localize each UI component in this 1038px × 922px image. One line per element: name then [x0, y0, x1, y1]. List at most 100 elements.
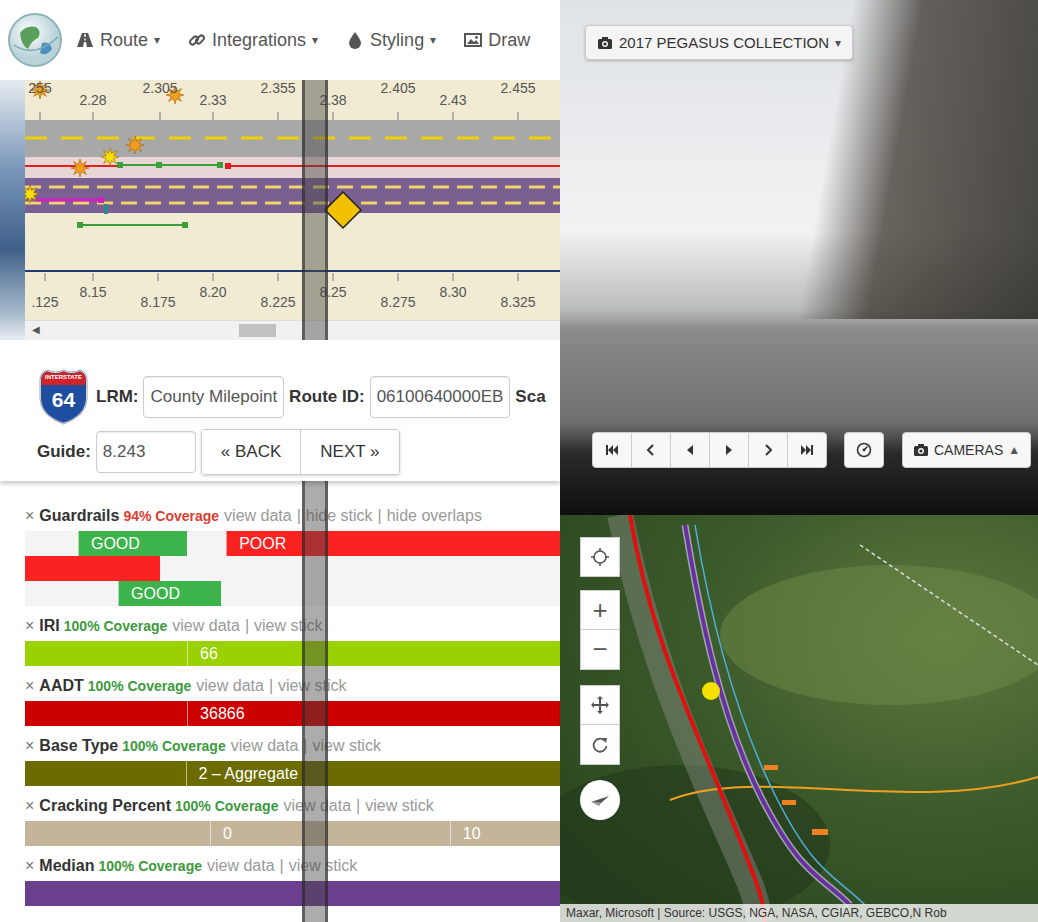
stick-segment[interactable]: 0	[210, 821, 450, 846]
stick-link[interactable]: view stick	[278, 677, 346, 695]
rotate-button[interactable]	[580, 725, 620, 765]
stick-track: GOOD POOR	[25, 531, 560, 556]
playback-button[interactable]	[670, 433, 709, 467]
playback-controls: CAMERAS▲	[592, 432, 1031, 468]
stick-segment[interactable]: POOR	[226, 531, 560, 556]
map-attribution: Maxar, Microsoft | Source: USGS, NGA, NA…	[560, 904, 1038, 922]
nav-menu-label[interactable]: Integrations	[212, 30, 306, 51]
position-cursor[interactable]	[302, 481, 328, 922]
nav-menu-label[interactable]: Styling	[370, 30, 424, 51]
stick-segment[interactable]	[25, 556, 160, 581]
speed-button[interactable]	[844, 432, 884, 468]
nav-menu[interactable]: Integrations▾	[188, 30, 318, 51]
stick-link[interactable]: hide stick	[306, 507, 373, 525]
nav-menu[interactable]: Draw	[464, 30, 530, 51]
stick-name: Base Type	[39, 737, 118, 755]
close-stick-button[interactable]: ×	[25, 617, 34, 635]
lane-diagram[interactable]: 2552.282.3052.332.3552.382.4052.432.455.…	[25, 80, 560, 320]
stick-link[interactable]: view data	[207, 857, 275, 875]
next-button[interactable]: NEXT »	[300, 430, 398, 474]
position-cursor[interactable]	[302, 80, 328, 340]
close-stick-button[interactable]: ×	[25, 857, 34, 875]
lrm-label: LRM:	[96, 387, 138, 407]
cameras-dropdown[interactable]: CAMERAS▲	[902, 432, 1031, 468]
globe-logo-icon[interactable]	[6, 11, 64, 69]
playback-button[interactable]	[631, 433, 670, 467]
playback-button[interactable]	[787, 433, 826, 467]
data-stick: ×IRI100% Coverageview data|view stick66	[25, 617, 560, 666]
stick-segment[interactable]	[25, 641, 187, 666]
stick-segment[interactable]: 36866	[187, 701, 560, 726]
stick-link[interactable]: view data	[224, 507, 292, 525]
stick-segment[interactable]	[25, 761, 186, 786]
scale-tick-label: 8.225	[260, 294, 295, 310]
diagram-main: 2552.282.3052.332.3552.382.4052.432.455.…	[25, 80, 560, 340]
stick-segment[interactable]: GOOD	[78, 531, 187, 556]
guide-field[interactable]: 8.243	[96, 431, 196, 473]
route-row: INTERSTATE64LRM:County MilepointRoute ID…	[0, 368, 560, 426]
stick-link[interactable]: view stick	[312, 737, 380, 755]
nav-menu[interactable]: Route▾	[76, 30, 160, 51]
zoom-in-button[interactable]: +	[580, 590, 620, 630]
stick-name: Median	[39, 857, 94, 875]
stick-link[interactable]: view data	[231, 737, 299, 755]
stick-link[interactable]: view stick	[365, 797, 433, 815]
scale-tick-label: 2.455	[500, 80, 535, 96]
scroll-thumb[interactable]	[239, 324, 276, 337]
stick-segment[interactable]: 10	[450, 821, 560, 846]
collection-label[interactable]: 2017 PEGASUS COLLECTION	[619, 34, 829, 51]
stick-link[interactable]: hide overlaps	[387, 507, 482, 525]
scroll-left-arrow[interactable]: ◀	[32, 324, 40, 336]
stick-segment[interactable]	[25, 881, 560, 906]
nav-menu[interactable]: Styling▾	[346, 30, 436, 51]
compass-button[interactable]	[580, 780, 620, 820]
segment-label: 2 – Aggregate	[199, 765, 299, 782]
back-button[interactable]: « BACK	[202, 430, 300, 474]
stick-track: GOOD	[25, 581, 560, 606]
scale-tick-label: 8.25	[319, 284, 346, 300]
route-id-value[interactable]: 06100640000EB	[377, 387, 504, 407]
playback-button[interactable]	[593, 433, 631, 467]
stick-link[interactable]: view data	[196, 677, 264, 695]
close-stick-button[interactable]: ×	[25, 507, 34, 525]
nav-menu-label[interactable]: Route	[100, 30, 148, 51]
stick-link[interactable]: view data	[283, 797, 351, 815]
playback-group	[592, 432, 827, 468]
segment-label: 66	[200, 645, 218, 662]
stick-link[interactable]: view stick	[254, 617, 322, 635]
link-separator: |	[297, 507, 301, 525]
move-arrows-icon	[590, 695, 610, 715]
close-stick-button[interactable]: ×	[25, 677, 34, 695]
close-stick-button[interactable]: ×	[25, 737, 34, 755]
map-view[interactable]: +− Maxar, Microsoft | Source: USGS, NGA, …	[560, 515, 1038, 922]
playback-button[interactable]	[748, 433, 787, 467]
stick-segment[interactable]	[25, 701, 187, 726]
stick-link[interactable]: view data	[172, 617, 240, 635]
stick-header: ×Median100% Coverageview data|view stick	[25, 857, 560, 877]
collection-dropdown[interactable]: 2017 PEGASUS COLLECTION▾	[585, 25, 853, 60]
nav-menu-label[interactable]: Draw	[488, 30, 530, 51]
locate-button[interactable]	[580, 537, 620, 577]
lrm-field[interactable]: County Milepoint	[143, 376, 284, 418]
stick-link[interactable]: view stick	[289, 857, 357, 875]
nav-button-group: « BACKNEXT »	[201, 429, 400, 475]
route-id-field[interactable]: 06100640000EB	[370, 376, 511, 418]
lrm-value[interactable]: County Milepoint	[150, 387, 277, 407]
segment-label: POOR	[239, 535, 286, 552]
horizontal-scrollbar[interactable]: ◀	[25, 320, 560, 340]
route-map-icon[interactable]	[560, 515, 1038, 922]
guide-value[interactable]: 8.243	[103, 442, 146, 462]
stick-segment[interactable]: 2 – Aggregate	[186, 761, 561, 786]
guide-row: Guide:8.243« BACKNEXT »	[0, 429, 560, 475]
link-separator: |	[269, 677, 273, 695]
playback-button[interactable]	[709, 433, 748, 467]
close-stick-button[interactable]: ×	[25, 797, 34, 815]
stick-segment[interactable]: 66	[187, 641, 560, 666]
cameras-label[interactable]: CAMERAS	[934, 442, 1003, 458]
play-forward-icon	[722, 443, 736, 457]
zoom-out-button[interactable]: −	[580, 630, 620, 670]
stick-segment[interactable]: GOOD	[118, 581, 221, 606]
stick-segment[interactable]	[25, 821, 210, 846]
pan-button[interactable]	[580, 685, 620, 725]
stick-name: AADT	[39, 677, 83, 695]
